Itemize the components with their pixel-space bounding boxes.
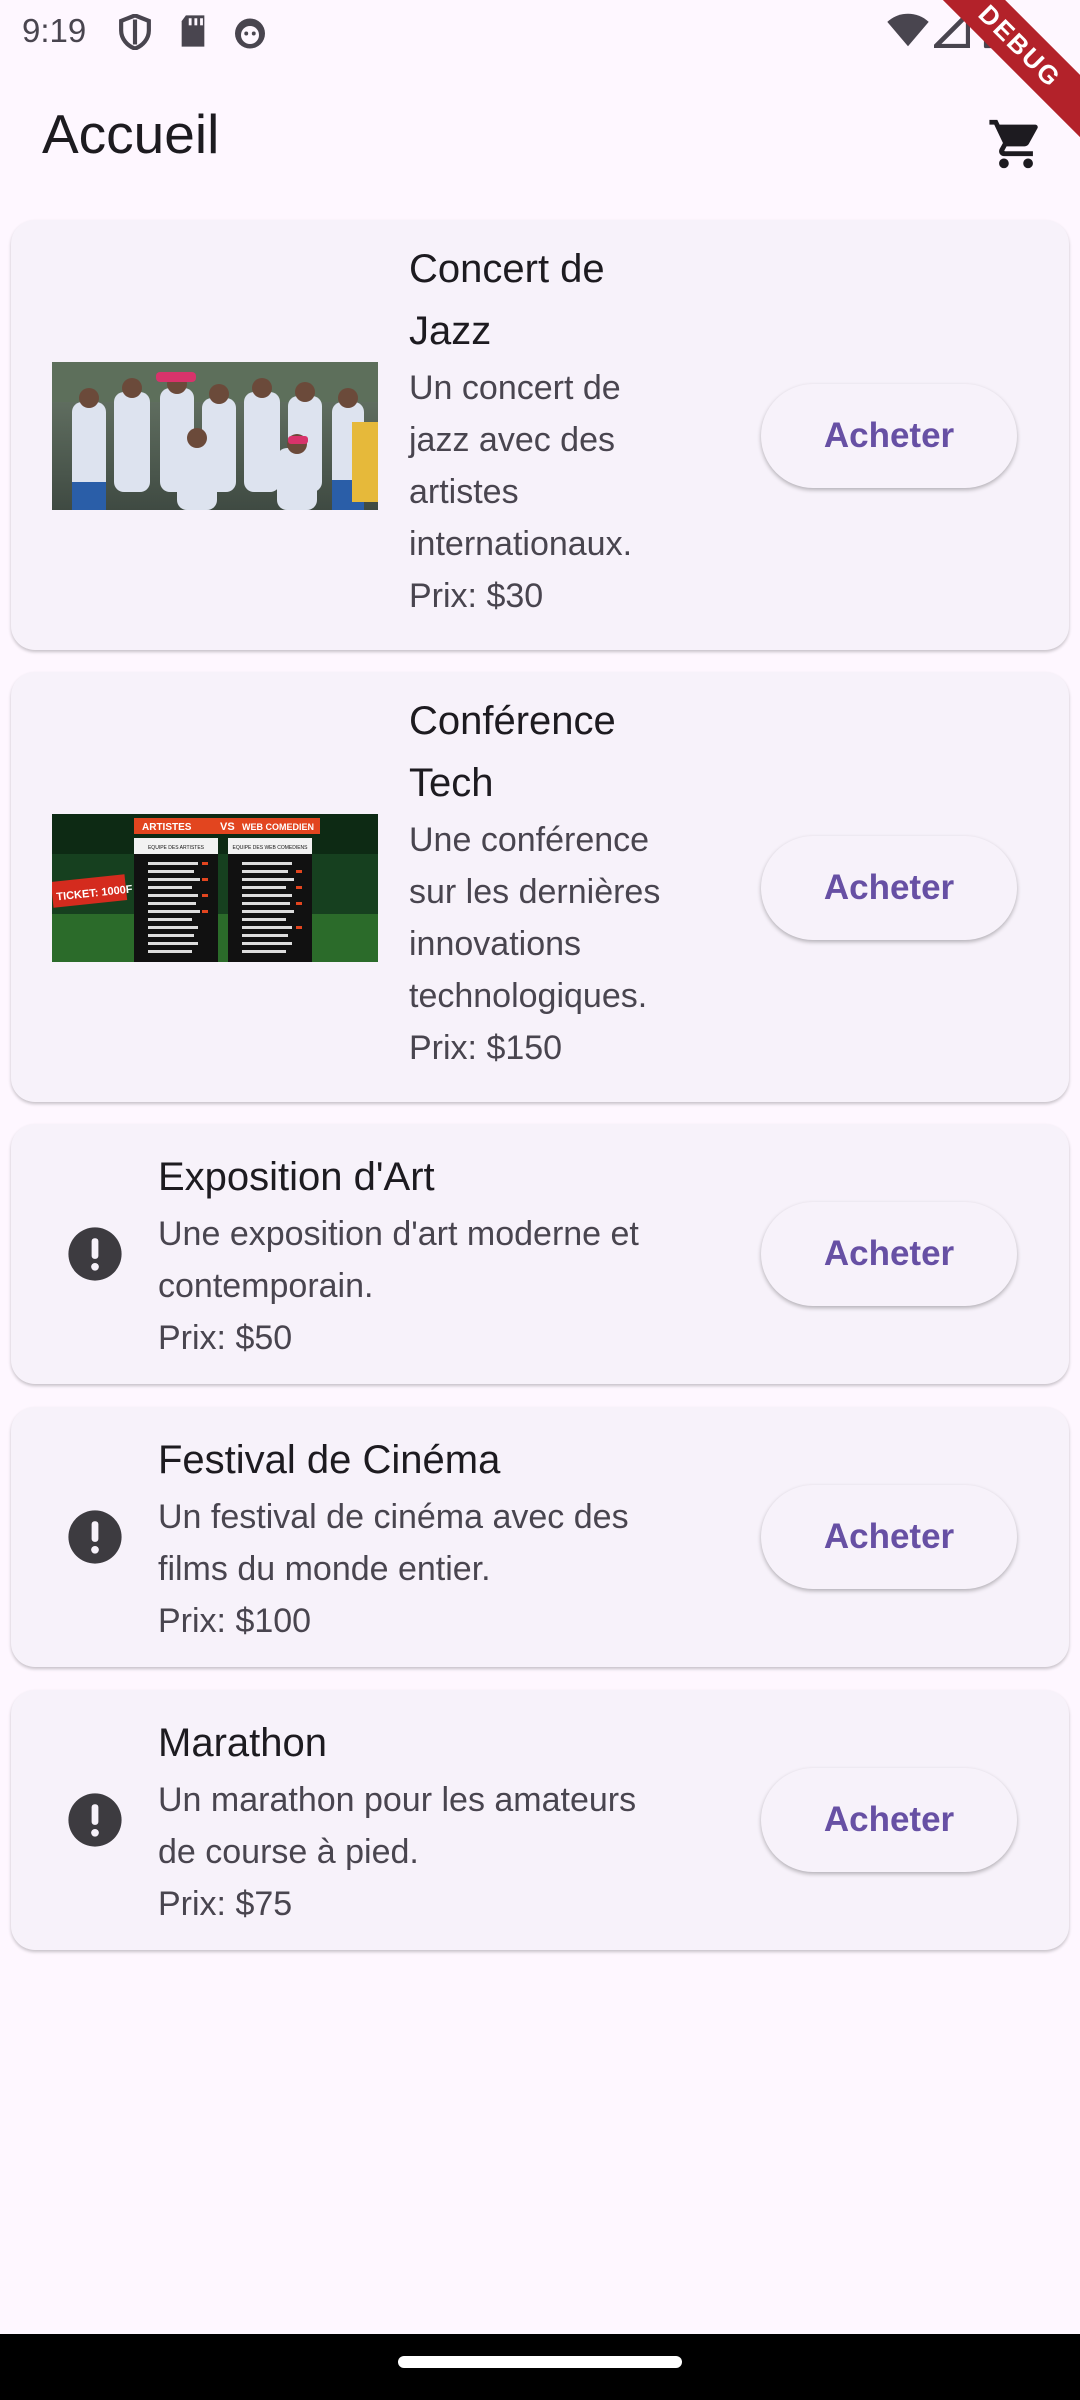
navigation-bar	[0, 2334, 1080, 2400]
event-card: Exposition d'Art Une exposition d'art mo…	[11, 1124, 1069, 1384]
event-description: Un festival de cinéma avec des films du …	[158, 1498, 629, 1588]
event-card: Concert de Jazz Un concert de jazz avec …	[11, 220, 1069, 650]
status-time: 9:19	[22, 12, 87, 49]
event-text: Concert de Jazz Un concert de jazz avec …	[409, 238, 729, 622]
page-title: Accueil	[42, 103, 220, 165]
shopping-cart-icon	[989, 119, 1038, 169]
status-bar: 9:19 DEBUG	[0, 0, 1080, 154]
alert-icon	[68, 1510, 122, 1564]
event-title: Exposition d'Art	[158, 1155, 435, 1199]
event-price: Prix: $50	[158, 1319, 293, 1357]
event-title: Conférence Tech	[409, 699, 616, 805]
event-title: Marathon	[158, 1721, 327, 1765]
event-price: Prix: $30	[409, 577, 544, 615]
event-title: Festival de Cinéma	[158, 1438, 501, 1482]
jazz-concert-photo	[52, 362, 378, 510]
shield-icon	[119, 14, 151, 50]
event-price: Prix: $150	[409, 1029, 563, 1067]
poster-text-artistes: ARTISTES	[142, 822, 192, 833]
event-card: Marathon Un marathon pour les amateurs d…	[11, 1690, 1069, 1950]
event-card: Festival de Cinéma Un festival de cinéma…	[11, 1407, 1069, 1667]
poster-text-equipe-artistes: EQUIPE DES ARTISTES	[148, 845, 205, 851]
poster-text-web-comedien: WEB COMEDIEN	[242, 822, 314, 832]
wifi-icon	[887, 13, 929, 47]
event-title: Concert de Jazz	[409, 247, 605, 353]
poster-text-vs: VS	[220, 821, 235, 833]
event-description: Une conférence sur les dernières innovat…	[409, 821, 661, 1015]
event-price: Prix: $100	[158, 1602, 312, 1640]
event-text: Conférence Tech Une conférence sur les d…	[409, 690, 729, 1074]
buy-button[interactable]: Acheter	[761, 836, 1017, 940]
sd-card-icon	[181, 15, 205, 47]
event-description: Un marathon pour les amateurs de course …	[158, 1781, 637, 1871]
buy-button[interactable]: Acheter	[761, 1485, 1017, 1589]
buy-button[interactable]: Acheter	[761, 384, 1017, 488]
buy-button[interactable]: Acheter	[761, 1768, 1017, 1872]
event-text: Exposition d'Art Une exposition d'art mo…	[158, 1146, 738, 1364]
alert-icon	[68, 1227, 122, 1281]
app-bar: Accueil	[0, 64, 1080, 208]
event-description: Un concert de jazz avec des artistes int…	[409, 369, 633, 563]
event-card: ARTISTES VS WEB COMEDIEN EQUIPE DES ARTI…	[11, 672, 1069, 1102]
poster-text-equipe-web: EQUIPE DES WEB COMEDIENS	[232, 845, 308, 851]
home-indicator[interactable]	[398, 2356, 682, 2368]
event-text: Festival de Cinéma Un festival de cinéma…	[158, 1429, 738, 1647]
tech-conference-poster: ARTISTES VS WEB COMEDIEN EQUIPE DES ARTI…	[52, 814, 378, 962]
alert-icon	[68, 1793, 122, 1847]
event-description: Une exposition d'art moderne et contempo…	[158, 1215, 639, 1305]
event-text: Marathon Un marathon pour les amateurs d…	[158, 1712, 738, 1930]
face-icon	[235, 18, 265, 49]
event-price: Prix: $75	[158, 1885, 293, 1923]
cart-button[interactable]	[974, 102, 1058, 186]
buy-button[interactable]: Acheter	[761, 1202, 1017, 1306]
